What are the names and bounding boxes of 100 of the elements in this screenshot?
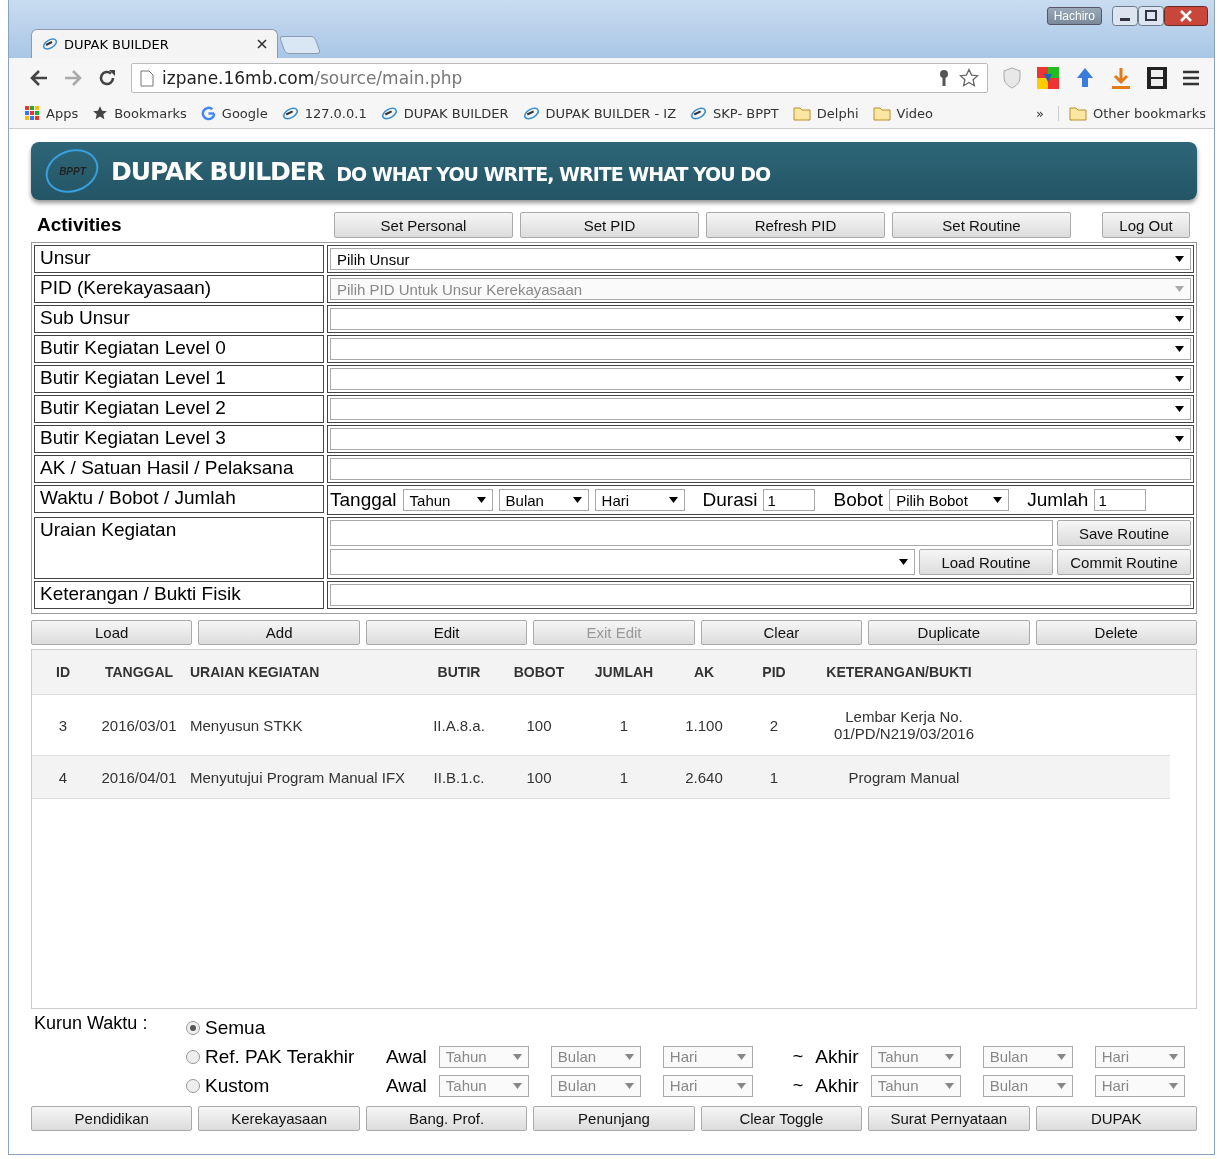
toolbar-button[interactable]: Set Personal xyxy=(334,212,513,238)
dropdown[interactable] xyxy=(330,308,1191,330)
dropdown[interactable]: Hari xyxy=(594,489,685,511)
action-button[interactable]: Delete xyxy=(1035,620,1197,645)
table-cell-text: 4 xyxy=(57,768,69,786)
forward-icon[interactable] xyxy=(63,69,83,87)
bookmark[interactable]: DUPAK BUILDER - IZ xyxy=(522,105,677,121)
toolbar-button[interactable]: Set PID xyxy=(520,212,699,238)
report-button[interactable]: Bang. Prof. xyxy=(365,1106,528,1131)
radio-option[interactable]: Semua xyxy=(186,1016,374,1039)
field-label: Waktu / Bobot / Jumlah xyxy=(34,485,324,513)
logo-icon xyxy=(380,105,398,121)
report-button[interactable]: Clear Toggle xyxy=(700,1106,863,1131)
caret-icon xyxy=(512,1082,522,1089)
close-icon[interactable] xyxy=(1164,6,1208,26)
browser-tab[interactable]: DUPAK BUILDER xyxy=(31,29,278,58)
field-label: Awal xyxy=(386,1045,427,1068)
report-button[interactable]: Penunjang xyxy=(533,1106,695,1131)
report-button[interactable]: Kerekayasaan xyxy=(198,1106,360,1131)
field-label: Keterangan / Bukti Fisik xyxy=(34,581,324,609)
apps-icon xyxy=(25,105,40,121)
bookmark[interactable]: Video xyxy=(872,105,933,121)
field-label: Kurun Waktu : xyxy=(33,1013,149,1035)
field-label: Unsur xyxy=(34,245,324,273)
action-button[interactable]: Duplicate xyxy=(868,620,1030,645)
caret-icon xyxy=(993,497,1003,503)
bookmark[interactable]: Delphi xyxy=(792,105,859,121)
toolbar-button[interactable]: Refresh PID xyxy=(706,212,885,238)
caret-icon xyxy=(899,559,908,565)
action-button[interactable]: Edit xyxy=(365,620,528,645)
dropdown[interactable]: Pilih Bobot xyxy=(889,489,1010,511)
maximize-icon[interactable] xyxy=(1138,6,1164,26)
action-button[interactable]: Load xyxy=(31,620,193,645)
table-cell-text: 2016/03/01 xyxy=(100,716,178,734)
number-field[interactable]: 1 xyxy=(763,489,816,511)
shield-icon[interactable] xyxy=(1002,67,1022,89)
bookmark[interactable]: 127.0.0.1 xyxy=(281,105,367,121)
folder-icon xyxy=(792,105,811,121)
caret-icon xyxy=(1168,1082,1178,1089)
field-label: Butir Kegiatan Level 2 xyxy=(34,395,324,423)
table-cell-text: 1 xyxy=(768,768,780,786)
dropdown[interactable] xyxy=(330,398,1191,420)
table-cell-text: II.A.8.a. xyxy=(432,716,486,734)
caret-icon xyxy=(1056,1053,1066,1060)
folder-icon xyxy=(872,105,891,121)
overflow-button[interactable]: » xyxy=(1036,105,1044,121)
menu-icon[interactable] xyxy=(1182,69,1200,87)
dropdown[interactable] xyxy=(330,368,1191,390)
caret-icon xyxy=(572,497,582,503)
caret-icon xyxy=(624,1082,634,1089)
text-field[interactable] xyxy=(330,520,1053,546)
action-button[interactable]: Clear xyxy=(700,620,863,645)
bookmark[interactable]: Bookmarks xyxy=(92,105,187,121)
film-icon[interactable] xyxy=(1146,66,1168,90)
caret-icon xyxy=(1175,406,1184,412)
report-button[interactable]: Pendidikan xyxy=(31,1106,193,1131)
text-field[interactable] xyxy=(330,584,1191,606)
field-label: Butir Kegiatan Level 1 xyxy=(34,365,324,393)
bookmark[interactable]: DUPAK BUILDER xyxy=(380,105,509,121)
caret-icon xyxy=(736,1082,746,1089)
save-button[interactable]: Save Routine xyxy=(1057,520,1191,546)
text-field[interactable] xyxy=(330,458,1191,480)
bookmark[interactable]: Apps xyxy=(25,105,79,121)
range-separator: ~ xyxy=(792,1046,804,1067)
reload-icon[interactable] xyxy=(97,68,117,88)
logout-button[interactable]: Log Out xyxy=(1102,212,1190,238)
column-header: TANGGAL xyxy=(103,664,175,680)
range-separator: ~ xyxy=(792,1075,804,1096)
section-title: Activities xyxy=(36,214,123,236)
dropdown[interactable] xyxy=(330,338,1191,360)
report-button[interactable]: DUPAK xyxy=(1035,1106,1197,1131)
dropdown[interactable]: Tahun xyxy=(402,489,493,511)
table-cell-text: 2 xyxy=(768,716,780,734)
number-field[interactable]: 1 xyxy=(1094,489,1147,511)
dropdown[interactable] xyxy=(330,428,1191,450)
radio-option[interactable]: Kustom xyxy=(186,1074,374,1097)
dropdown[interactable]: Pilih Unsur xyxy=(330,248,1191,270)
caret-icon xyxy=(1175,436,1184,442)
toolbar-button[interactable]: Set Routine xyxy=(892,212,1071,238)
dropdown[interactable] xyxy=(330,549,915,575)
star-icon[interactable] xyxy=(959,68,979,88)
minimize-icon[interactable] xyxy=(1112,6,1138,26)
bookmark[interactable]: Other bookmarks xyxy=(1058,105,1206,121)
dropdown[interactable]: Bulan xyxy=(498,489,589,511)
report-button[interactable]: Surat Pernyataan xyxy=(868,1106,1030,1131)
star-icon xyxy=(92,105,109,121)
address-bar[interactable]: izpane.16mb.com/source/main.php xyxy=(131,63,988,93)
action-button[interactable]: Add xyxy=(198,620,360,645)
key-icon[interactable] xyxy=(937,69,951,87)
radio-option[interactable]: Ref. PAK Terakhir xyxy=(186,1045,374,1068)
table-row[interactable]: 4 2016/04/01 Menyutujui Program Manual IFX II.B.1.c. 100 1 2.640 1 Program Manual xyxy=(32,756,1170,799)
extension-icon[interactable] xyxy=(1036,66,1060,90)
new-tab-button[interactable] xyxy=(278,36,322,54)
table-cell-text: Program Manual xyxy=(847,768,961,786)
bookmark[interactable]: SKP- BPPT xyxy=(690,105,779,121)
load-button[interactable]: Load Routine xyxy=(919,549,1053,575)
back-icon[interactable] xyxy=(29,69,49,87)
bookmark[interactable]: Google xyxy=(200,105,268,121)
commit-button[interactable]: Commit Routine xyxy=(1057,549,1191,575)
close-icon[interactable] xyxy=(257,39,267,49)
